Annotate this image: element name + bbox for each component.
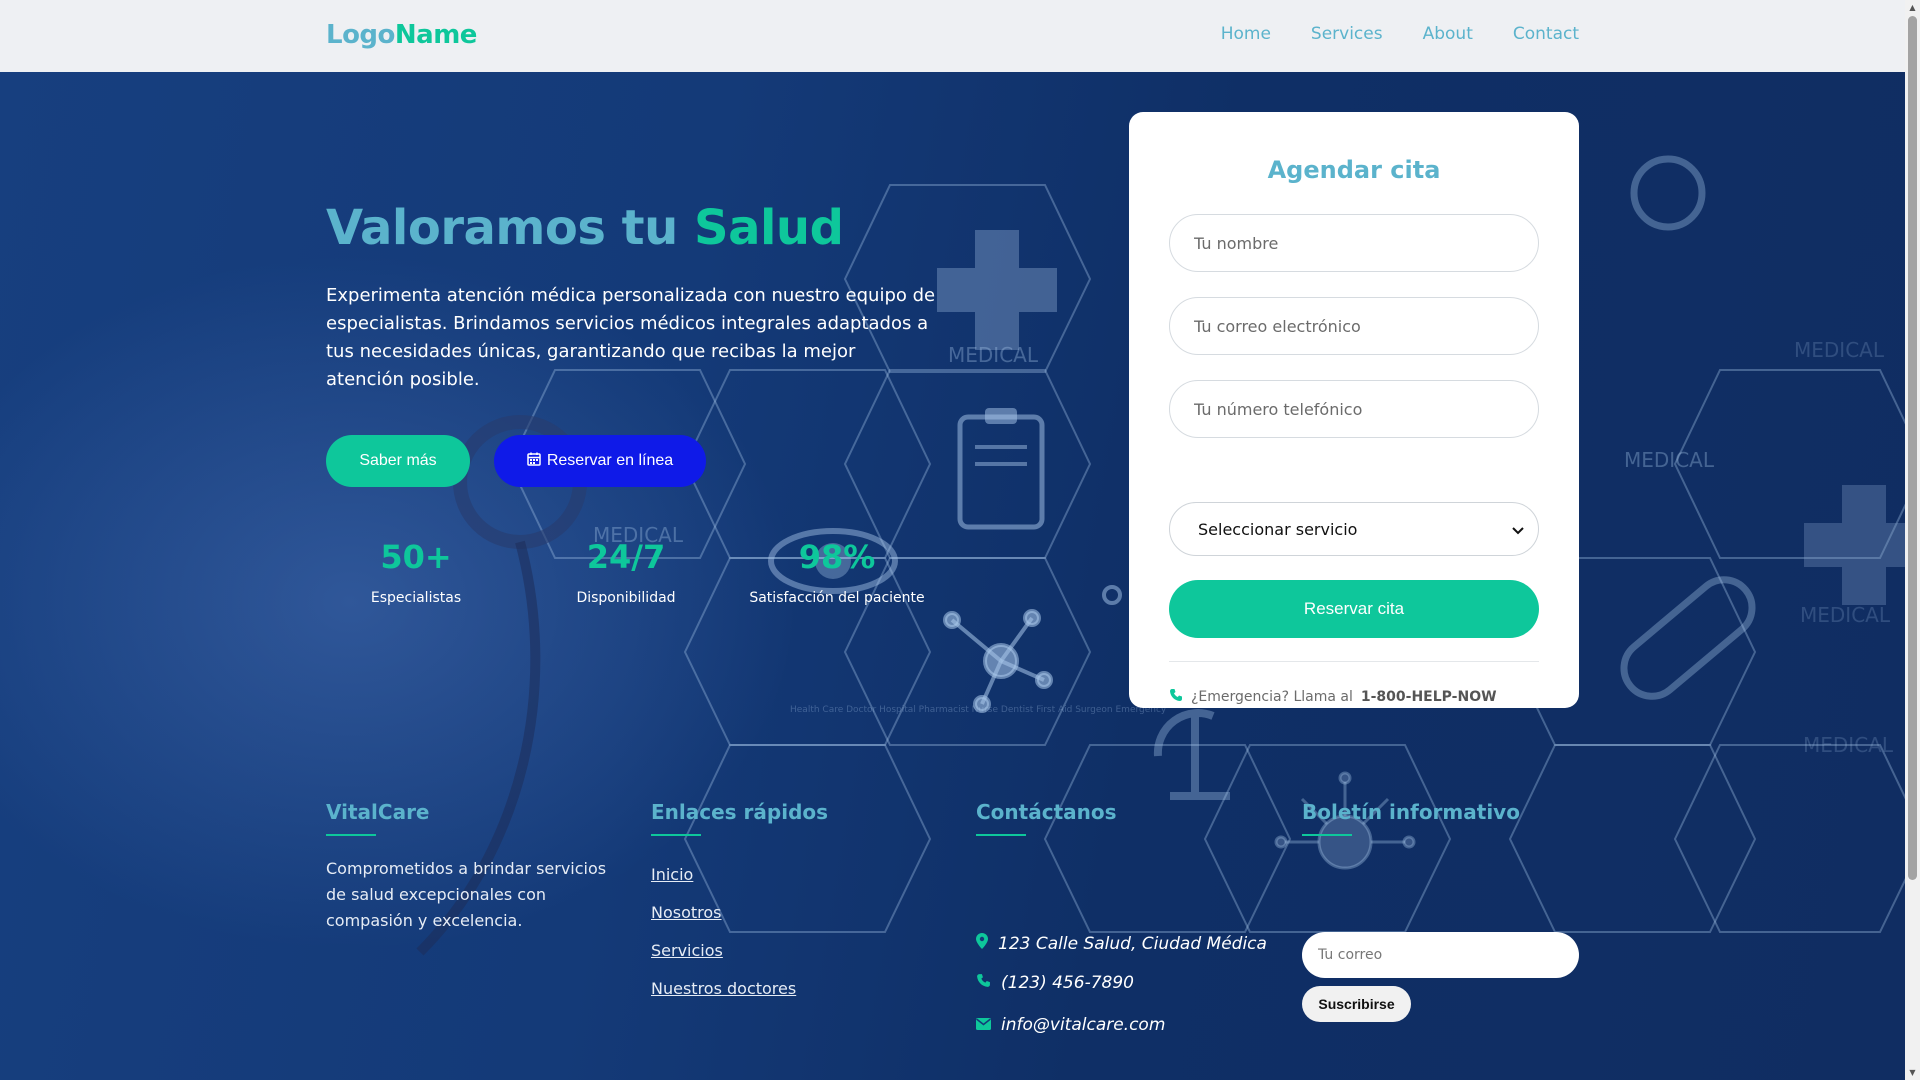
hexagon-shape [1673, 744, 1905, 933]
email-input[interactable] [1169, 297, 1539, 355]
footer-links-title: Enlaces rápidos [651, 800, 829, 824]
book-online-label: Reservar en línea [546, 452, 674, 469]
stat-availability: 24/7 Disponibilidad [536, 538, 716, 606]
emergency-number[interactable]: 1-800-HELP-NOW [1361, 689, 1497, 705]
phone-icon [976, 973, 991, 993]
logo-part-1: Logo [326, 20, 395, 50]
bg-medical-label: MEDICAL [948, 343, 1039, 367]
stat-specialists: 50+ Especialistas [326, 538, 506, 606]
nav-link-home[interactable]: Home [1221, 24, 1271, 44]
footer-about-text: Comprometidos a brindar servicios de sal… [326, 859, 607, 930]
phone-icon [1169, 688, 1183, 706]
title-underline [651, 834, 701, 836]
hero-description: Experimenta atención médica personalizad… [326, 285, 936, 390]
footer-about-title: VitalCare [326, 800, 430, 824]
email-text[interactable]: info@vitalcare.com [1001, 1015, 1165, 1035]
hero-section: MEDICAL MEDICAL MEDICAL MEDICAL MEDICAL … [0, 72, 1905, 1080]
hero-title: Valoramos tu Salud [326, 200, 844, 256]
book-online-button[interactable]: Reservar en línea [494, 435, 706, 487]
footer-newsletter-title: Boletín informativo [1302, 800, 1520, 824]
stat-value: 50+ [380, 538, 452, 576]
nav-link-contact[interactable]: Contact [1513, 24, 1579, 44]
footer-about: VitalCare Comprometidos a brindar servic… [326, 800, 616, 934]
service-select[interactable]: Seleccionar servicio [1169, 502, 1539, 556]
bg-list-label: Health Care Doctor Hospital Pharmacist N… [790, 705, 1167, 715]
footer-link-home[interactable]: Inicio [651, 856, 828, 894]
nav-links: Home Services About Contact [1221, 24, 1579, 44]
calendar-icon [527, 452, 541, 471]
capsule-shape [1620, 576, 1756, 700]
hero-title-part-2: Salud [694, 200, 844, 256]
bg-medical-label: MEDICAL [1800, 603, 1891, 627]
map-pin-icon [976, 933, 988, 954]
name-input[interactable] [1169, 214, 1539, 272]
nav-link-about[interactable]: About [1423, 24, 1473, 44]
ring-shape [1630, 155, 1706, 231]
bg-medical-label: MEDICAL [1794, 338, 1885, 362]
envelope-icon [976, 1015, 991, 1035]
contact-address: 123 Calle Salud, Ciudad Médica [976, 933, 1267, 954]
footer-contact-title: Contáctanos [976, 800, 1117, 824]
contact-phone: (123) 456-7890 [976, 973, 1134, 993]
scroll-up-arrow-icon[interactable]: ▲ [1905, 0, 1920, 15]
chevron-down-icon [1512, 520, 1524, 539]
microscope-shape [1153, 709, 1230, 800]
footer-link-doctors[interactable]: Nuestros doctores [651, 970, 828, 1008]
appointment-card: Agendar cita Seleccionar servicio Reserv… [1129, 112, 1579, 708]
footer-link-about[interactable]: Nosotros [651, 894, 828, 932]
page-scrollbar[interactable]: ▲ ▼ [1905, 0, 1920, 1080]
phone-input[interactable] [1169, 380, 1539, 438]
title-underline [1302, 834, 1352, 836]
address-text: 123 Calle Salud, Ciudad Médica [998, 933, 1267, 954]
card-divider [1169, 661, 1539, 662]
medical-hexagon-background: MEDICAL MEDICAL MEDICAL MEDICAL MEDICAL … [416, 155, 1905, 956]
clipboard-shape [957, 414, 1045, 530]
book-appointment-button[interactable]: Reservar cita [1169, 580, 1539, 638]
title-underline [976, 834, 1026, 836]
contact-email: info@vitalcare.com [976, 1015, 1165, 1035]
hexagon-shape [683, 369, 932, 559]
subscribe-button[interactable]: Suscribirse [1302, 986, 1411, 1022]
scrollbar-thumb[interactable] [1908, 16, 1917, 880]
newsletter-email-input[interactable] [1302, 932, 1579, 978]
bg-medical-label: MEDICAL [1803, 733, 1894, 757]
stat-label: Disponibilidad [576, 590, 676, 606]
service-select-value: Seleccionar servicio [1198, 519, 1358, 539]
stat-value: 98% [798, 538, 876, 576]
medical-cross-shape [937, 230, 1057, 350]
footer-contact: Contáctanos [976, 800, 1117, 836]
ring-shape [1102, 585, 1122, 605]
title-underline [326, 834, 376, 836]
molecule-shape [943, 609, 1053, 713]
bg-medical-label: MEDICAL [1624, 448, 1715, 472]
logo[interactable]: LogoName [326, 20, 477, 50]
hero-title-part-1: Valoramos tu [326, 200, 678, 256]
footer-newsletter: Boletín informativo [1302, 800, 1520, 836]
hexagon-shape [843, 369, 1092, 559]
learn-more-button[interactable]: Saber más [326, 435, 470, 487]
hexagon-shape [1043, 744, 1292, 933]
stat-satisfaction: 98% Satisfacción del paciente [747, 538, 927, 606]
phone-text[interactable]: (123) 456-7890 [1001, 973, 1134, 993]
nav-link-services[interactable]: Services [1311, 24, 1383, 44]
footer-link-services[interactable]: Servicios [651, 932, 828, 970]
medical-cross-shape [1804, 485, 1905, 605]
hexagon-shape [1508, 744, 1757, 933]
appointment-title: Agendar cita [1267, 156, 1441, 184]
emergency-text: ¿Emergencia? Llama al [1191, 689, 1353, 705]
clipboard-clip-shape [985, 408, 1017, 424]
scroll-down-arrow-icon[interactable]: ▼ [1905, 1065, 1920, 1080]
emergency-line: ¿Emergencia? Llama al 1-800-HELP-NOW [1169, 688, 1497, 706]
stat-label: Especialistas [370, 590, 462, 606]
stat-label: Satisfacción del paciente [749, 590, 925, 606]
logo-part-2: Name [394, 20, 478, 50]
navbar: LogoName Home Services About Contact [0, 0, 1905, 72]
stat-value: 24/7 [586, 538, 666, 576]
footer-quick-links: Enlaces rápidos Inicio Nosotros Servicio… [651, 800, 828, 1008]
